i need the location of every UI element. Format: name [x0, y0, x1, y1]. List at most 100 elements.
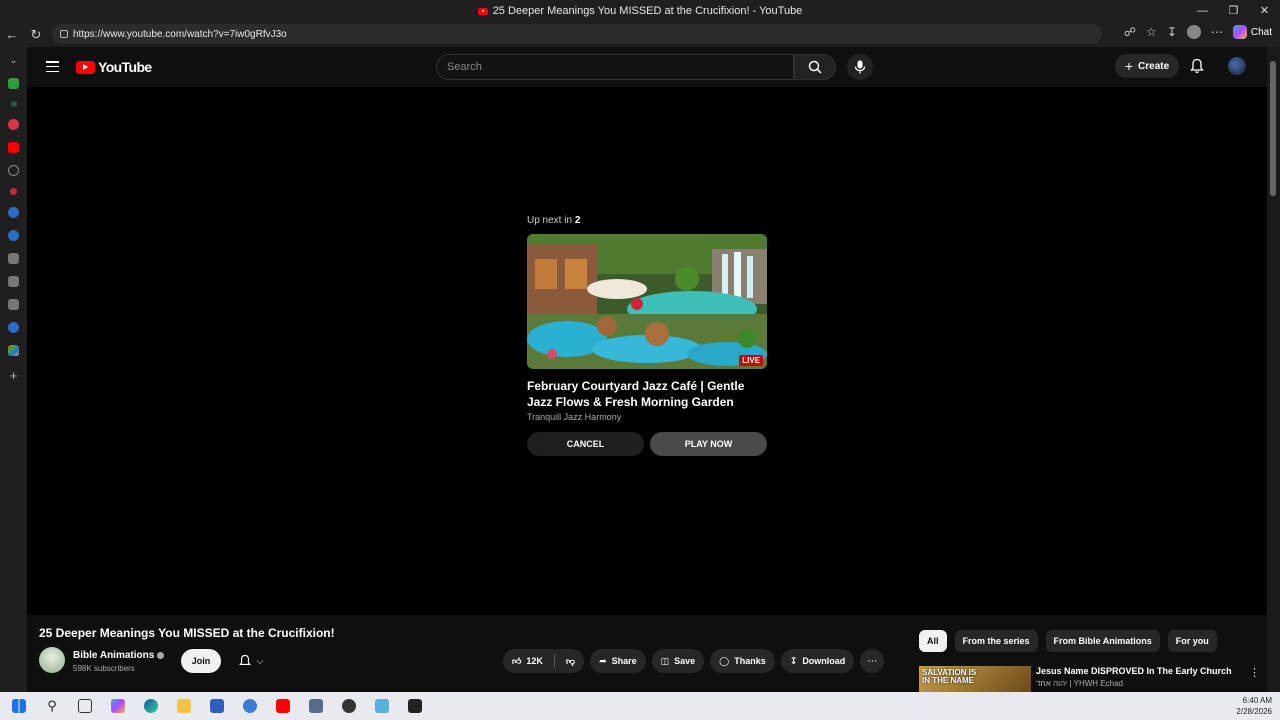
save-label: Save: [674, 656, 696, 666]
sidebar-app-icon[interactable]: [8, 119, 19, 130]
url-text: https://www.youtube.com/watch?v=7iw0gRfv…: [73, 28, 287, 40]
refresh-button[interactable]: ↻: [24, 27, 48, 43]
extensions-icon[interactable]: ☍: [1124, 25, 1136, 39]
up-next-overlay: Up next in 2 LIVE February Courtyard Jaz…: [527, 215, 767, 456]
video-actions: 👍︎ 12K 👎︎ ➦ Share ◫ Save ◯ Thanks ↧ Down…: [503, 649, 885, 673]
thanks-button[interactable]: ◯ Thanks: [710, 649, 775, 673]
chip-from-channel[interactable]: From Bible Animations: [1045, 630, 1160, 652]
url-input[interactable]: https://www.youtube.com/watch?v=7iw0gRfv…: [52, 24, 1102, 44]
bookmark-icon: ◫: [660, 655, 670, 666]
up-next-buttons: CANCEL PLAY NOW: [527, 432, 767, 456]
create-label: Create: [1138, 60, 1170, 72]
recommendation-menu-icon[interactable]: ⋮: [1249, 666, 1260, 679]
dislike-button[interactable]: 👎︎: [566, 656, 575, 667]
copilot-taskbar-icon[interactable]: [107, 697, 129, 715]
up-next-thumbnail[interactable]: LIVE: [527, 234, 767, 369]
channel-name-row[interactable]: Bible Animations: [73, 650, 165, 661]
youtube-logo[interactable]: YouTube: [76, 59, 152, 75]
app-icon[interactable]: [404, 697, 426, 715]
thumb-line-2: IN THE NAME: [922, 676, 974, 685]
copilot-chat-button[interactable]: Chat: [1232, 25, 1272, 39]
voice-search-button[interactable]: [847, 54, 873, 80]
sidebar-app-icon[interactable]: [10, 101, 17, 107]
edge-browser-icon[interactable]: [140, 697, 162, 715]
sidebar-app-icon[interactable]: [8, 230, 19, 241]
app-icon[interactable]: [305, 697, 327, 715]
chevron-down-icon: ⌵: [256, 655, 264, 666]
sidebar-app-icon[interactable]: [8, 207, 19, 218]
sidebar-app-icon[interactable]: [8, 78, 19, 89]
subscription-bell-button[interactable]: ⌵: [229, 649, 273, 673]
channel-avatar[interactable]: [39, 647, 65, 673]
video-title: 25 Deeper Meanings You MISSED at the Cru…: [39, 626, 335, 640]
page-scrollbar[interactable]: [1267, 47, 1280, 692]
chip-from-series[interactable]: From the series: [954, 630, 1038, 652]
minimize-button[interactable]: —: [1187, 0, 1218, 22]
browser-menu-icon[interactable]: ⋯: [1211, 25, 1223, 39]
sidebar-app-icon[interactable]: [8, 322, 19, 333]
youtube-play-icon: [76, 60, 95, 74]
like-dislike-group: 👍︎ 12K 👎︎: [503, 649, 585, 673]
cancel-button[interactable]: CANCEL: [527, 432, 644, 456]
app-icon[interactable]: [371, 697, 393, 715]
sidebar-app-icon[interactable]: [8, 345, 19, 356]
search-input[interactable]: Search: [436, 54, 794, 80]
download-label: Download: [802, 656, 846, 666]
sidebar-add-icon[interactable]: +: [10, 368, 18, 383]
back-button[interactable]: ←: [0, 27, 24, 42]
clock-date: 2/28/2026: [1236, 707, 1272, 716]
search-icon[interactable]: ⚲: [41, 697, 63, 715]
share-button[interactable]: ➦ Share: [590, 649, 646, 673]
downloads-icon[interactable]: ↧: [1167, 25, 1177, 39]
restore-button[interactable]: ❐: [1218, 0, 1249, 22]
file-explorer-icon[interactable]: [173, 697, 195, 715]
close-window-button[interactable]: ✕: [1249, 0, 1280, 22]
play-now-button[interactable]: PLAY NOW: [650, 432, 767, 456]
scrollbar-thumb[interactable]: [1270, 61, 1276, 196]
youtube-taskbar-icon[interactable]: [272, 697, 294, 715]
create-button[interactable]: + Create: [1115, 54, 1179, 78]
chip-all[interactable]: All: [919, 630, 947, 652]
video-player[interactable]: Up next in 2 LIVE February Courtyard Jaz…: [27, 87, 1267, 615]
super-thanks-icon: ◯: [719, 655, 730, 666]
sidebar-settings-icon[interactable]: [8, 165, 19, 176]
microphone-icon: [854, 60, 866, 74]
chip-for-you[interactable]: For you: [1167, 630, 1217, 652]
download-button[interactable]: ↧ Download: [780, 649, 855, 673]
up-next-text: Up next in: [527, 215, 573, 226]
account-avatar[interactable]: [1228, 57, 1246, 75]
like-button[interactable]: 👍︎ 12K: [512, 656, 543, 667]
profile-avatar[interactable]: [1186, 25, 1201, 39]
sidebar-app-icon[interactable]: [8, 299, 19, 310]
sidebar-app-icon[interactable]: [8, 276, 19, 287]
sidebar-app-icon[interactable]: [10, 188, 17, 195]
sidebar-youtube-icon[interactable]: [8, 142, 19, 153]
join-button[interactable]: Join: [181, 649, 221, 673]
save-button[interactable]: ◫ Save: [651, 649, 705, 673]
download-icon: ↧: [789, 655, 798, 666]
menu-icon[interactable]: [46, 61, 59, 72]
sidebar-app-icon[interactable]: [8, 253, 19, 264]
window-titlebar: 25 Deeper Meanings You MISSED at the Cru…: [0, 0, 1280, 22]
recommendation-channel[interactable]: יהוה אחד | YHWH Echad: [1036, 679, 1123, 688]
app-icon[interactable]: [206, 697, 228, 715]
recommendation-title[interactable]: Jesus Name DISPROVED In The Early Church: [1036, 666, 1232, 676]
subscriber-count: 598K subscribers: [73, 664, 135, 673]
more-actions-button[interactable]: ⋯: [860, 649, 885, 673]
app-icon[interactable]: [338, 697, 360, 715]
up-next-title[interactable]: February Courtyard Jazz Café | Gentle Ja…: [527, 378, 767, 410]
task-view-icon[interactable]: [74, 697, 96, 715]
search-button[interactable]: [794, 54, 836, 80]
windows-start-icon[interactable]: [8, 697, 30, 715]
notifications-button[interactable]: [1190, 58, 1204, 79]
recommendation-thumbnail[interactable]: SALVATION IS IN THE NAME: [919, 666, 1031, 692]
live-badge: LIVE: [739, 355, 763, 366]
channel-name[interactable]: Bible Animations: [73, 650, 154, 661]
up-next-channel[interactable]: Tranquill Jazz Harmony: [527, 412, 767, 422]
system-clock[interactable]: 6:40 AM 2/28/2026: [1236, 695, 1272, 717]
app-icon[interactable]: [239, 697, 261, 715]
thanks-label: Thanks: [734, 656, 766, 666]
favorites-star-icon[interactable]: ☆: [1146, 25, 1157, 39]
sidebar-collapse-icon[interactable]: ⌄: [10, 55, 18, 66]
search-icon: [808, 60, 822, 74]
